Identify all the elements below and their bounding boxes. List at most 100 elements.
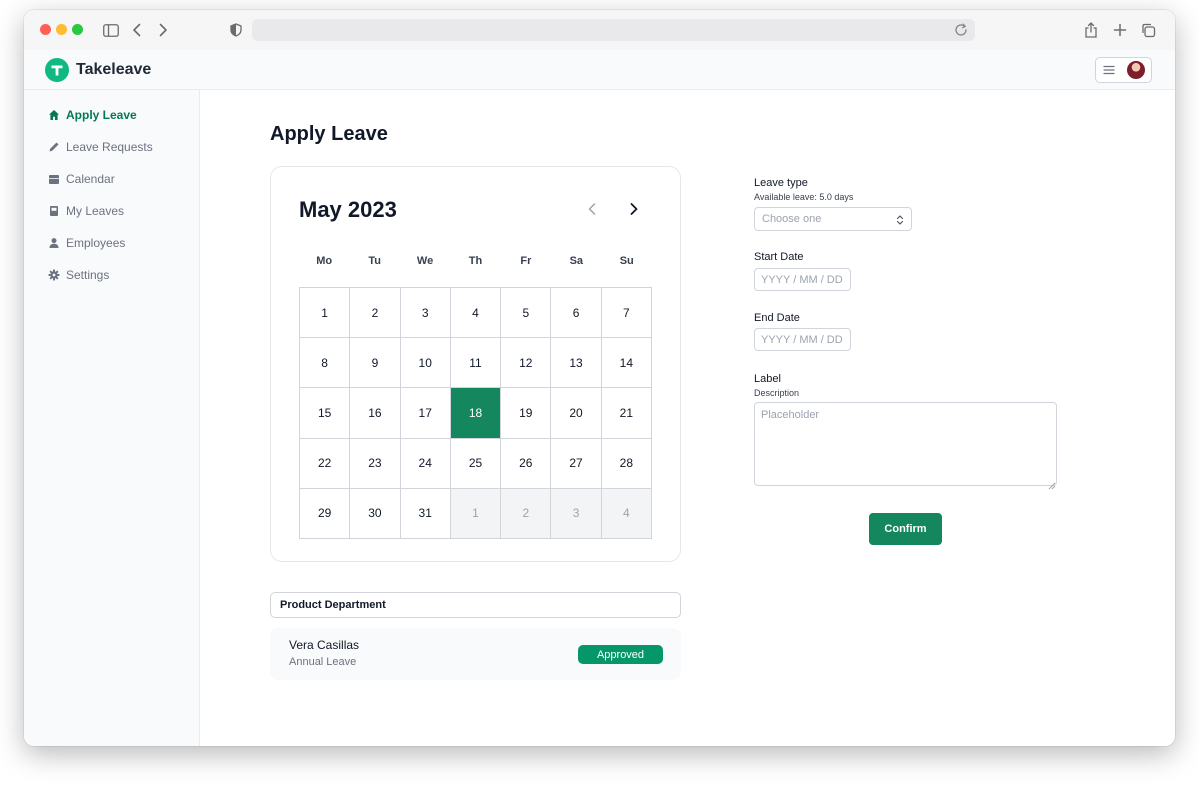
calendar-grid: 1 2 3 4 5 6 7 8 9 10 11 12 13 14 15 16 17 18 19 20 21 22 23 24 2… bbox=[299, 287, 652, 539]
end-date-input[interactable] bbox=[754, 328, 851, 351]
leave-request-card[interactable]: Vera Casillas Annual Leave Approved bbox=[270, 628, 681, 680]
weekday-label: Th bbox=[468, 255, 483, 267]
calendar-day-cell[interactable]: 30 bbox=[350, 488, 401, 539]
calendar-day-cell[interactable]: 20 bbox=[551, 388, 602, 439]
weekday-label: Sa bbox=[569, 255, 584, 267]
calendar-day-cell[interactable]: 29 bbox=[300, 488, 351, 539]
chevron-up-down-icon bbox=[895, 214, 905, 226]
weekday-label: Fr bbox=[520, 255, 532, 267]
calendar-day-cell[interactable]: 2 bbox=[501, 488, 552, 539]
calendar-day-cell[interactable]: 25 bbox=[450, 438, 502, 489]
next-month-button[interactable] bbox=[625, 200, 643, 218]
reload-icon[interactable] bbox=[953, 22, 969, 38]
calendar-month-title: May 2023 bbox=[299, 197, 397, 222]
sidebar-item-label: Leave Requests bbox=[66, 140, 153, 154]
sidebar-item-label: Apply Leave bbox=[66, 108, 137, 122]
tab-overview-icon[interactable] bbox=[1139, 21, 1157, 39]
calendar-day-cell[interactable]: 13 bbox=[551, 338, 602, 389]
calendar-card: May 2023 Mo Tu We Th Fr Sa Su 1234567891… bbox=[270, 166, 681, 562]
sidebar-item-label: Settings bbox=[66, 268, 110, 282]
sidebar-item-my-leaves[interactable]: My Leaves bbox=[48, 202, 124, 220]
start-date-input[interactable] bbox=[754, 268, 851, 291]
calendar-day-cell[interactable]: 17 bbox=[400, 388, 451, 439]
end-date-label: End Date bbox=[754, 312, 800, 324]
calendar-day-cell[interactable]: 21 bbox=[601, 388, 652, 439]
sidebar-item-settings[interactable]: Settings bbox=[48, 266, 109, 284]
gear-icon bbox=[48, 269, 60, 281]
department-header[interactable]: Product Department bbox=[270, 592, 681, 618]
browser-window: Takeleave Apply Leave Leave Requests Cal… bbox=[24, 10, 1175, 746]
calendar-icon bbox=[48, 173, 60, 185]
weekday-header: Mo Tu We Th Fr Sa Su bbox=[299, 255, 652, 267]
calendar-day-cell[interactable]: 26 bbox=[501, 438, 552, 489]
sidebar-item-label: My Leaves bbox=[66, 204, 125, 218]
calendar-day-cell[interactable]: 7 bbox=[601, 288, 652, 339]
available-leave-text: Available leave: 5.0 days bbox=[754, 192, 854, 202]
user-icon bbox=[48, 237, 60, 249]
forward-icon[interactable] bbox=[154, 21, 172, 39]
back-icon[interactable] bbox=[128, 21, 146, 39]
minimize-window-button[interactable] bbox=[56, 24, 67, 35]
leave-type-select[interactable]: Choose one bbox=[754, 207, 912, 231]
label-textarea[interactable] bbox=[754, 402, 1057, 486]
calendar-day-cell[interactable]: 9 bbox=[350, 338, 401, 389]
calendar-day-cell[interactable]: 27 bbox=[551, 438, 602, 489]
page-title: Apply Leave bbox=[270, 123, 388, 145]
calendar-day-cell[interactable]: 4 bbox=[450, 288, 502, 339]
calendar-day-cell[interactable]: 22 bbox=[300, 438, 351, 489]
new-tab-icon[interactable] bbox=[1111, 21, 1129, 39]
calendar-day-cell[interactable]: 4 bbox=[601, 488, 652, 539]
sidebar-item-apply-leave[interactable]: Apply Leave bbox=[48, 106, 137, 124]
zoom-window-button[interactable] bbox=[72, 24, 83, 35]
calendar-day-cell[interactable]: 10 bbox=[400, 338, 451, 389]
calendar-day-cell[interactable]: 5 bbox=[501, 288, 552, 339]
calendar-day-cell[interactable]: 14 bbox=[601, 338, 652, 389]
pencil-icon bbox=[48, 141, 60, 153]
calendar-day-cell[interactable]: 15 bbox=[300, 388, 351, 439]
user-avatar bbox=[1127, 61, 1145, 79]
chevron-left-icon bbox=[588, 203, 596, 215]
sidebar-toggle-icon[interactable] bbox=[102, 21, 120, 39]
share-icon[interactable] bbox=[1082, 21, 1100, 39]
sidebar-item-calendar[interactable]: Calendar bbox=[48, 170, 115, 188]
sidebar: Apply Leave Leave Requests Calendar My L… bbox=[24, 90, 200, 746]
calendar-day-cell[interactable]: 6 bbox=[551, 288, 602, 339]
calendar-day-cell[interactable]: 1 bbox=[300, 288, 351, 339]
leave-type-label: Leave type bbox=[754, 177, 808, 189]
brand-name: Takeleave bbox=[76, 61, 152, 78]
address-bar[interactable] bbox=[252, 19, 975, 41]
sidebar-item-leave-requests[interactable]: Leave Requests bbox=[48, 138, 153, 156]
calendar-day-cell[interactable]: 1 bbox=[450, 488, 502, 539]
calendar-day-cell[interactable]: 28 bbox=[601, 438, 652, 489]
calendar-day-cell[interactable]: 19 bbox=[501, 388, 552, 439]
calendar-day-cell[interactable]: 11 bbox=[450, 338, 502, 389]
shield-icon[interactable] bbox=[227, 21, 245, 39]
calendar-day-cell[interactable]: 3 bbox=[400, 288, 451, 339]
close-window-button[interactable] bbox=[40, 24, 51, 35]
calendar-day-cell[interactable]: 3 bbox=[551, 488, 602, 539]
confirm-button[interactable]: Confirm bbox=[869, 513, 942, 545]
request-employee-name: Vera Casillas bbox=[289, 638, 360, 652]
app-header: Takeleave bbox=[24, 50, 1175, 90]
calendar-day-cell[interactable]: 2 bbox=[350, 288, 401, 339]
browser-toolbar bbox=[24, 10, 1175, 50]
resize-handle-icon[interactable] bbox=[1048, 477, 1056, 490]
previous-month-button[interactable] bbox=[583, 200, 601, 218]
calendar-day-cell[interactable]: 12 bbox=[501, 338, 552, 389]
start-date-label: Start Date bbox=[754, 251, 804, 263]
label-field-label: Label bbox=[754, 373, 781, 385]
sidebar-item-label: Calendar bbox=[66, 172, 115, 186]
request-leave-type: Annual Leave bbox=[289, 656, 357, 668]
calendar-day-cell[interactable]: 16 bbox=[350, 388, 401, 439]
calendar-day-cell[interactable]: 18 bbox=[450, 388, 502, 439]
status-badge: Approved bbox=[578, 645, 663, 664]
book-icon bbox=[48, 205, 60, 217]
calendar-day-cell[interactable]: 8 bbox=[300, 338, 351, 389]
sidebar-item-employees[interactable]: Employees bbox=[48, 234, 125, 252]
calendar-day-cell[interactable]: 24 bbox=[400, 438, 451, 489]
weekday-label: Su bbox=[619, 255, 634, 267]
calendar-day-cell[interactable]: 23 bbox=[350, 438, 401, 489]
calendar-day-cell[interactable]: 31 bbox=[400, 488, 451, 539]
weekday-label: Tu bbox=[368, 255, 381, 267]
user-menu-button[interactable] bbox=[1095, 57, 1152, 83]
